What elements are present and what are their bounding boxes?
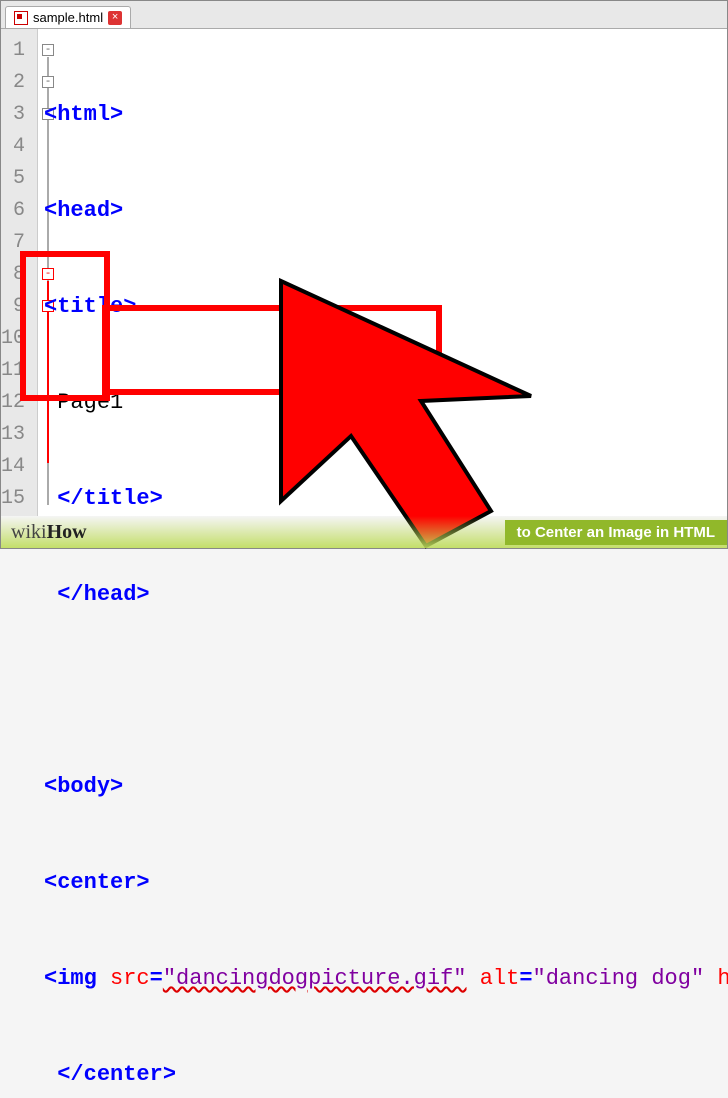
line-number: 1	[1, 35, 25, 67]
code-line	[44, 675, 728, 707]
line-number: 15	[1, 483, 25, 515]
line-number: 13	[1, 419, 25, 451]
code-line: </center>	[44, 1059, 728, 1091]
line-number: 4	[1, 131, 25, 163]
watermark-bar: wikiHow to Center an Image in HTML	[1, 516, 727, 548]
code-line: Page1	[44, 387, 728, 419]
code-area[interactable]: <html> <head> <title> Page1 </title> </h…	[38, 29, 728, 516]
code-line: <img src="dancingdogpicture.gif" alt="da…	[44, 963, 728, 995]
html-file-icon	[14, 11, 28, 25]
line-number: 3	[1, 99, 25, 131]
code-line: <title>	[44, 291, 728, 323]
code-line: </title>	[44, 483, 728, 515]
line-number: 14	[1, 451, 25, 483]
line-number: 10	[1, 323, 25, 355]
line-number: 8	[1, 259, 25, 291]
close-icon[interactable]: ×	[108, 11, 122, 25]
watermark-caption: to Center an Image in HTML	[505, 520, 727, 545]
tab-filename: sample.html	[33, 10, 103, 25]
line-number: 12	[1, 387, 25, 419]
file-tab[interactable]: sample.html ×	[5, 6, 131, 28]
line-number-gutter: 1 2 3 4 5 6 7 8 9 10 11 12 13 14 15	[1, 29, 38, 516]
code-line: </head>	[44, 579, 728, 611]
wikihow-logo: wikiHow	[11, 521, 87, 544]
line-number: 2	[1, 67, 25, 99]
code-line: <body>	[44, 771, 728, 803]
line-number: 11	[1, 355, 25, 387]
code-line: <html>	[44, 99, 728, 131]
line-number: 6	[1, 195, 25, 227]
code-line: <head>	[44, 195, 728, 227]
line-number: 9	[1, 291, 25, 323]
code-editor[interactable]: 1 2 3 4 5 6 7 8 9 10 11 12 13 14 15 - - …	[1, 29, 727, 516]
code-line: <center>	[44, 867, 728, 899]
line-number: 5	[1, 163, 25, 195]
tab-bar: sample.html ×	[1, 1, 727, 29]
line-number: 7	[1, 227, 25, 259]
